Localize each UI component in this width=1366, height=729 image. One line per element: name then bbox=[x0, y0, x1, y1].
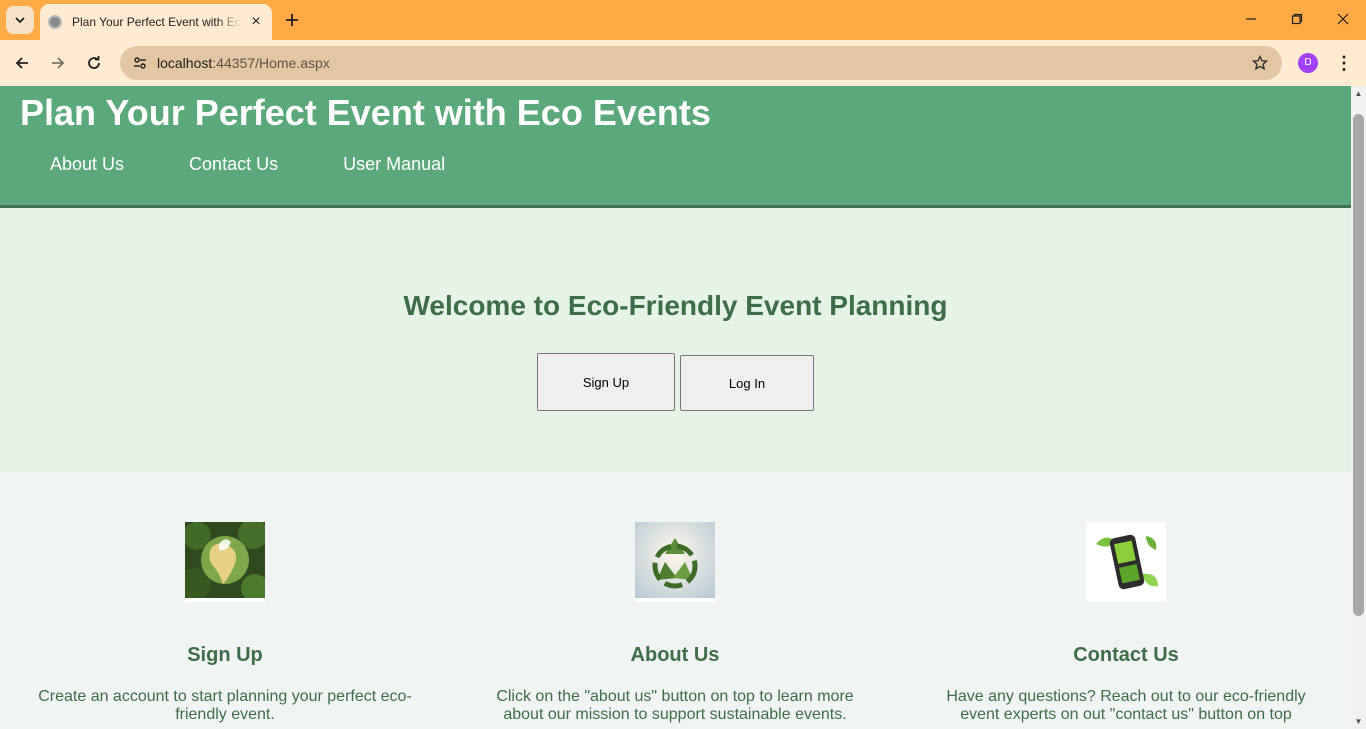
site-header: Plan Your Perfect Event with Eco Events … bbox=[0, 86, 1351, 208]
address-bar[interactable]: localhost:44357/Home.aspx bbox=[120, 46, 1282, 80]
forward-button[interactable] bbox=[46, 51, 70, 75]
close-icon bbox=[1337, 13, 1349, 25]
nav-user-manual[interactable]: User Manual bbox=[343, 154, 445, 175]
hero-section: Welcome to Eco-Friendly Event Planning S… bbox=[0, 208, 1351, 472]
reload-button[interactable] bbox=[82, 51, 106, 75]
recycle-leaves-image bbox=[635, 522, 715, 602]
green-phone-image bbox=[1086, 522, 1166, 602]
tab-search-button[interactable] bbox=[6, 6, 34, 34]
features-section: Sign Up Create an account to start plann… bbox=[0, 472, 1351, 729]
vertical-scrollbar[interactable]: ▲ ▼ bbox=[1351, 86, 1366, 729]
url-path: :44357/Home.aspx bbox=[212, 55, 330, 71]
tab-title: Plan Your Perfect Event with Eco Events bbox=[72, 15, 242, 29]
restore-icon bbox=[1291, 13, 1303, 25]
minimize-button[interactable] bbox=[1239, 8, 1263, 32]
globe-icon bbox=[48, 15, 62, 29]
arrow-right-icon bbox=[52, 57, 65, 69]
hero-title: Welcome to Eco-Friendly Event Planning bbox=[403, 290, 948, 321]
close-window-button[interactable] bbox=[1331, 8, 1355, 32]
bookmark-button[interactable] bbox=[1251, 52, 1269, 76]
reload-icon bbox=[88, 56, 100, 69]
feature-text: Click on the "about us" button on top to… bbox=[496, 688, 854, 723]
url-text: localhost:44357/Home.aspx bbox=[157, 55, 330, 71]
close-icon[interactable]: × bbox=[248, 14, 264, 30]
feature-text: Have any questions? Reach out to our eco… bbox=[946, 688, 1306, 723]
minimize-icon bbox=[1246, 18, 1256, 20]
feature-text: Create an account to start planning your… bbox=[38, 688, 412, 723]
feature-title: Sign Up bbox=[187, 644, 263, 666]
kebab-menu-icon[interactable]: ⋮ bbox=[1334, 51, 1354, 75]
arrow-left-icon bbox=[15, 57, 28, 69]
star-icon bbox=[1251, 54, 1269, 71]
url-host: localhost bbox=[157, 55, 213, 71]
scroll-down-arrow-icon[interactable]: ▼ bbox=[1351, 714, 1366, 729]
scroll-up-arrow-icon[interactable]: ▲ bbox=[1351, 86, 1366, 101]
site-title: Plan Your Perfect Event with Eco Events bbox=[20, 92, 711, 133]
browser-toolbar: localhost:44357/Home.aspx bbox=[0, 40, 1366, 86]
site-info-button[interactable] bbox=[128, 51, 152, 75]
site-nav: About Us Contact Us User Manual bbox=[50, 154, 510, 175]
eco-earth-forest-image bbox=[185, 522, 265, 602]
nav-about-us[interactable]: About Us bbox=[50, 154, 124, 175]
plus-icon bbox=[286, 14, 298, 26]
feature-title: About Us bbox=[630, 644, 720, 666]
sign-up-button[interactable]: Sign Up bbox=[537, 353, 675, 411]
page-viewport: Plan Your Perfect Event with Eco Events … bbox=[0, 86, 1366, 729]
back-button[interactable] bbox=[10, 51, 34, 75]
scrollbar-thumb[interactable] bbox=[1353, 114, 1364, 616]
new-tab-button[interactable] bbox=[282, 9, 302, 31]
active-tab[interactable]: Plan Your Perfect Event with Eco Events … bbox=[40, 4, 272, 40]
tab-strip: Plan Your Perfect Event with Eco Events … bbox=[0, 0, 1366, 40]
restore-button[interactable] bbox=[1285, 8, 1309, 32]
nav-contact-us[interactable]: Contact Us bbox=[189, 154, 278, 175]
feature-title: Contact Us bbox=[1073, 644, 1179, 666]
profile-avatar[interactable]: D bbox=[1298, 53, 1318, 73]
chevron-down-icon bbox=[15, 17, 25, 24]
log-in-button[interactable]: Log In bbox=[680, 355, 814, 411]
tune-icon bbox=[134, 57, 146, 69]
